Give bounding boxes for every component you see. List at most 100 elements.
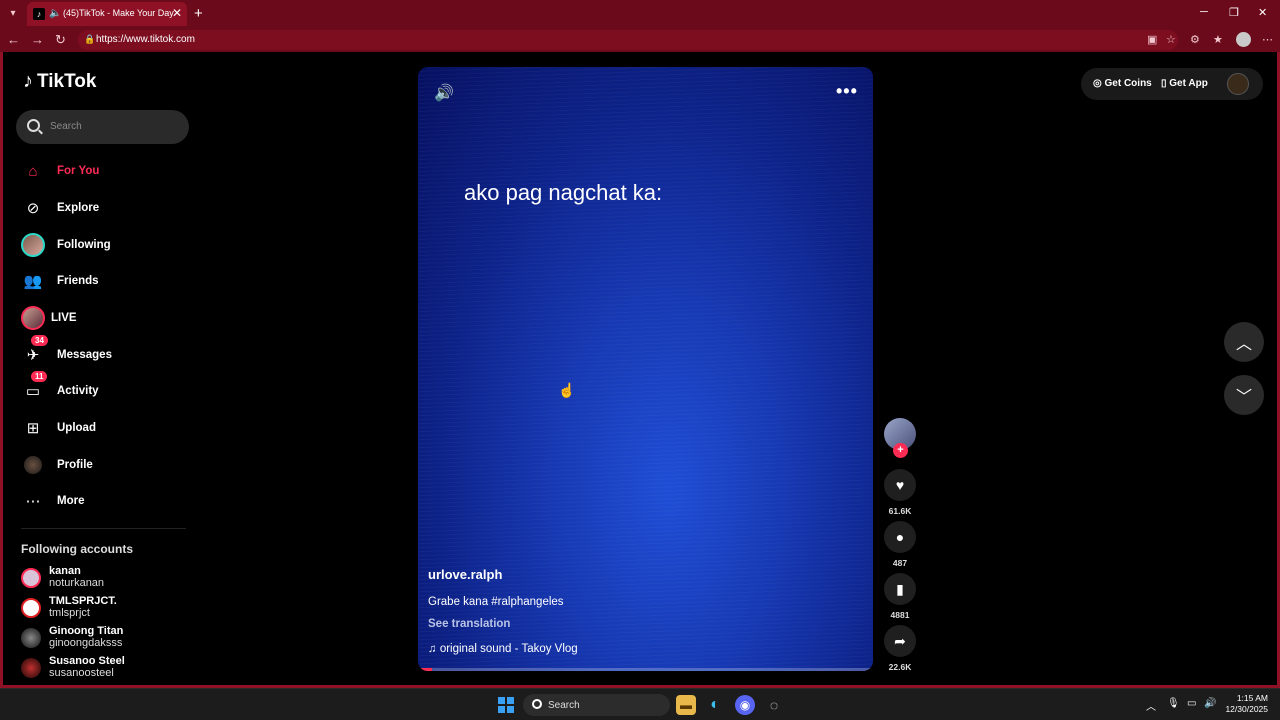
url-field[interactable]: 🔒 https://www.tiktok.com: [78, 30, 1178, 50]
sidebar-item-label: Friends: [57, 275, 99, 287]
search-icon: [27, 119, 40, 132]
browser-tab[interactable]: ♪ 🔈 (45)TikTok - Make Your Day ✕: [27, 2, 187, 26]
following-account[interactable]: Susanoo Steel susanoosteel: [21, 655, 191, 683]
sidebar-item-more[interactable]: ⋯ More: [21, 486, 191, 516]
avatar: [21, 628, 41, 648]
tiktok-logo[interactable]: ♪ TikTok: [23, 70, 96, 93]
sidebar-item-profile[interactable]: Profile: [21, 450, 191, 480]
favorites-icon[interactable]: ★: [1213, 33, 1223, 46]
speaker-icon[interactable]: 🔈: [49, 8, 61, 19]
app-icon[interactable]: ◌: [764, 695, 784, 715]
get-app-button[interactable]: ▯ Get App: [1161, 78, 1208, 89]
extensions-icon[interactable]: ⚙: [1190, 33, 1200, 46]
account-name: kanan: [49, 565, 81, 577]
sidebar-item-messages[interactable]: ✈ 34 Messages: [21, 335, 191, 370]
hand-cursor-icon: ☝: [558, 382, 576, 398]
clock[interactable]: 1:15 AM 12/30/2025: [1224, 693, 1268, 715]
forward-icon[interactable]: →: [31, 32, 44, 47]
avatar: [21, 598, 41, 618]
heart-icon[interactable]: ♥: [884, 469, 916, 501]
following-accounts-heading: Following accounts: [21, 542, 134, 556]
windows-start-icon[interactable]: [498, 697, 514, 713]
sidebar-item-friends[interactable]: 👥 Friends: [21, 266, 191, 296]
comment-count: 487: [892, 558, 908, 568]
window-close-icon[interactable]: ✕: [1258, 6, 1267, 19]
account-handle: noturkanan: [49, 577, 105, 589]
profile-avatar[interactable]: [1236, 32, 1251, 47]
sidebar-item-label: Messages: [57, 349, 112, 361]
edge-browser-icon[interactable]: ◐: [705, 695, 725, 715]
maximize-icon[interactable]: ❐: [1229, 6, 1239, 19]
account-name: Ginoong Titan: [49, 625, 124, 637]
account-name: TMLSPRJCT.: [49, 595, 117, 607]
file-explorer-icon[interactable]: ▬: [676, 695, 696, 715]
previous-video-button[interactable]: ︿: [1224, 322, 1264, 362]
see-translation-link[interactable]: See translation: [428, 618, 510, 630]
network-icon[interactable]: ▭: [1187, 698, 1196, 709]
sidebar-item-upload[interactable]: ⊞ Upload: [21, 413, 191, 443]
sidebar-item-label: For You: [57, 165, 100, 177]
clock-time: 1:15 AM: [1236, 693, 1268, 703]
sidebar-item-live[interactable]: LIVE: [21, 303, 191, 333]
following-account[interactable]: Ginoong Titan ginoongdaksss: [21, 625, 191, 653]
tiktok-page: ♪ TikTok Search ⌂ For You ⊘ Explore Foll…: [0, 52, 1280, 688]
video-author[interactable]: urlove.ralph: [428, 567, 502, 582]
back-icon[interactable]: ←: [7, 32, 20, 47]
sidebar-item-activity[interactable]: ▭ 11 Activity: [21, 371, 191, 406]
avatar: [21, 658, 41, 678]
sidebar-item-label: Following: [57, 239, 111, 251]
following-avatar: [21, 233, 45, 257]
browser-tab-bar: ▾ ♪ 🔈 (45)TikTok - Make Your Day ✕ + ─ ❐…: [0, 0, 1280, 28]
sidebar-item-label: LIVE: [51, 312, 77, 324]
music-note-icon: ♫: [428, 643, 440, 655]
follow-plus-icon[interactable]: +: [893, 443, 908, 458]
video-player[interactable]: 🔊 ••• ako pag nagchat ka: ☝ urlove.ralph…: [418, 67, 873, 671]
tiktok-note-icon: ♪: [23, 70, 33, 92]
search-placeholder: Search: [50, 121, 82, 132]
video-progress-bar[interactable]: [418, 668, 873, 671]
sidebar-item-label: Explore: [57, 202, 100, 214]
close-icon[interactable]: ✕: [172, 6, 182, 20]
more-options-icon[interactable]: •••: [836, 81, 858, 102]
favorite-star-icon[interactable]: ☆: [1166, 33, 1176, 46]
get-coins-button[interactable]: ◎ Get Coins: [1093, 78, 1152, 89]
share-count: 22.6K: [888, 662, 912, 672]
account-handle: ginoongdaksss: [49, 637, 123, 649]
search-icon: [532, 699, 542, 709]
discord-icon[interactable]: ◉: [735, 695, 755, 715]
lock-icon[interactable]: 🔒: [84, 34, 95, 45]
tray-expand-icon[interactable]: ︿: [1146, 698, 1156, 713]
save-action: ▮ 4881: [884, 573, 916, 620]
refresh-icon[interactable]: ↻: [55, 32, 66, 48]
url-text: https://www.tiktok.com: [96, 34, 195, 45]
sidebar-item-label: Upload: [57, 422, 96, 434]
tab-actions-menu-icon[interactable]: ▾: [5, 6, 21, 22]
microphone-icon[interactable]: 🎙: [1167, 698, 1180, 709]
tab-title: (45)TikTok - Make Your Day: [63, 8, 174, 18]
top-right-actions: ◎ Get Coins ▯ Get App: [1081, 68, 1263, 100]
share-icon[interactable]: ➦: [884, 625, 916, 657]
comment-icon[interactable]: ●: [884, 521, 916, 553]
minimize-icon[interactable]: ─: [1200, 6, 1208, 18]
volume-icon[interactable]: 🔊: [434, 83, 454, 103]
address-bar: ← → ↻ 🔒 https://www.tiktok.com ▣ ☆ ⚙ ★ ⋯: [0, 28, 1280, 52]
following-account[interactable]: TMLSPRJCT. tmlsprjct: [21, 595, 191, 623]
get-app-label: Get App: [1169, 78, 1208, 89]
sidebar-item-for-you[interactable]: ⌂ For You: [21, 156, 191, 186]
following-account[interactable]: kanan noturkanan: [21, 565, 191, 593]
activity-icon: ▭ 11: [21, 371, 48, 403]
new-tab-icon[interactable]: +: [194, 5, 203, 22]
account-handle: tmlsprjct: [49, 607, 90, 619]
bookmark-icon[interactable]: ▮: [884, 573, 916, 605]
taskbar-search[interactable]: Search: [523, 694, 670, 716]
volume-tray-icon[interactable]: 🔊: [1204, 698, 1216, 709]
settings-menu-icon[interactable]: ⋯: [1262, 33, 1273, 46]
search-input[interactable]: Search: [16, 110, 189, 144]
sidebar-item-explore[interactable]: ⊘ Explore: [21, 193, 191, 223]
sidebar-item-following[interactable]: Following: [21, 230, 191, 260]
activity-badge: 11: [31, 371, 48, 382]
user-avatar[interactable]: [1227, 73, 1249, 95]
split-screen-icon[interactable]: ▣: [1147, 33, 1157, 46]
next-video-button[interactable]: ﹀: [1224, 375, 1264, 415]
music-info[interactable]: ♫ original sound - Takoy Vlog: [428, 643, 578, 655]
